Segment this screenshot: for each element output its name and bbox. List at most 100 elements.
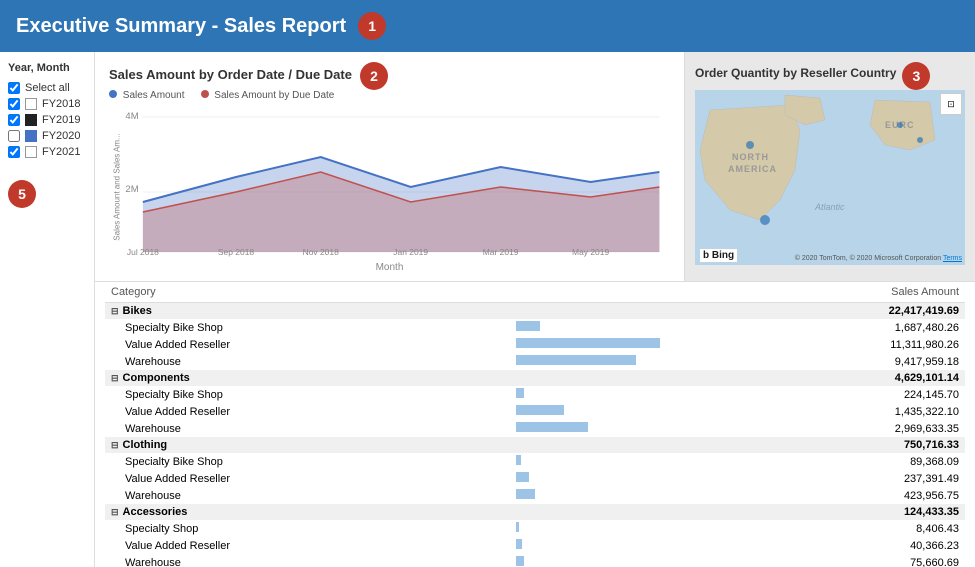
sidebar: Year, Month Select all FY2018 FY2019 FY2… [0,52,95,567]
fy2021-swatch [25,146,37,158]
svg-text:AMERICA: AMERICA [728,164,777,174]
fy2019-label: FY2019 [42,114,81,126]
sub-name: Specialty Shop [105,520,510,537]
svg-text:Nov 2018: Nov 2018 [303,248,340,257]
line-chart: 4M 2M Jul 2018 Se [109,107,670,257]
table-row: Value Added Reseller 40,366.23 [105,537,965,554]
table-row: Warehouse 2,969,633.35 [105,420,965,437]
sub-bar-cell [510,453,710,470]
bar [516,422,588,432]
sidebar-title: Year, Month [8,62,86,74]
chart-area: 4M 2M Jul 2018 Se [109,107,670,262]
fy2020-label: FY2020 [42,130,81,142]
chart-title: Sales Amount by Order Date / Due Date [109,67,352,82]
badge-3: 3 [902,62,930,90]
cat-total: 22,417,419.69 [710,303,965,320]
cat-total: 750,716.33 [710,437,965,453]
svg-text:Sep 2018: Sep 2018 [218,248,255,257]
sub-name: Value Added Reseller [105,336,510,353]
svg-text:Atlantic: Atlantic [814,202,845,212]
table-row: Value Added Reseller 237,391.49 [105,470,965,487]
cat-bar-cell [510,504,710,520]
bar [516,472,529,482]
bar-container [516,338,676,348]
selectall-checkbox[interactable] [8,82,20,94]
sub-value: 40,366.23 [710,537,965,554]
fy2018-checkbox[interactable] [8,98,20,110]
bar-container [516,405,676,415]
cat-bar-cell [510,370,710,386]
bar [516,321,540,331]
table-header-row: Category Sales Amount [105,282,965,303]
cat-name: ⊟Accessories [105,504,510,520]
category-row: ⊟Components 4,629,101.14 [105,370,965,386]
sidebar-item-selectall[interactable]: Select all [8,80,86,96]
fy2020-swatch [25,130,37,142]
sub-name: Value Added Reseller [105,403,510,420]
legend-item-1: Sales Amount [109,90,185,101]
category-row: ⊟Accessories 124,433.35 [105,504,965,520]
cat-bar-cell [510,303,710,320]
bar [516,539,522,549]
fy2018-label: FY2018 [42,98,81,110]
fy2020-checkbox[interactable] [8,130,20,142]
fy2019-checkbox[interactable] [8,114,20,126]
sub-value: 8,406.43 [710,520,965,537]
bar-container [516,321,676,331]
header: Executive Summary - Sales Report 1 [0,0,975,52]
col-category: Category [105,282,510,303]
sidebar-item-fy2020[interactable]: FY2020 [8,128,86,144]
svg-text:2M: 2M [125,184,138,194]
sub-value: 1,687,480.26 [710,319,965,336]
sub-value: 224,145.70 [710,386,965,403]
map-title: Order Quantity by Reseller Country [695,66,896,80]
main-content: Year, Month Select all FY2018 FY2019 FY2… [0,52,975,567]
col-sales-amount: Sales Amount [710,282,965,303]
svg-text:Jan 2019: Jan 2019 [393,248,428,257]
bar [516,455,521,465]
table-row: Warehouse 9,417,959.18 [105,353,965,370]
legend-dot-2 [201,90,209,98]
sub-value: 1,435,322.10 [710,403,965,420]
category-row: ⊟Clothing 750,716.33 [105,437,965,453]
bar-container [516,489,676,499]
map-svg: Atlantic NORTH AMERICA EURC [695,90,965,265]
bar [516,522,519,532]
svg-text:4M: 4M [125,111,138,121]
fy2018-swatch [25,98,37,110]
map-control-icon[interactable]: ⊡ [940,93,962,115]
sub-name: Warehouse [105,487,510,504]
bar [516,355,636,365]
bar [516,388,524,398]
fy2021-checkbox[interactable] [8,146,20,158]
bar-container [516,522,676,532]
sub-value: 423,956.75 [710,487,965,504]
sub-bar-cell [510,470,710,487]
table-section: Category Sales Amount ⊟Bikes 22,417,419.… [95,282,975,567]
bar-container [516,422,676,432]
sub-value: 11,311,980.26 [710,336,965,353]
svg-text:NORTH: NORTH [732,152,769,162]
sub-bar-cell [510,353,710,370]
bar-container [516,455,676,465]
sidebar-item-fy2021[interactable]: FY2021 [8,144,86,160]
sidebar-item-fy2019[interactable]: FY2019 [8,112,86,128]
cat-total: 124,433.35 [710,504,965,520]
chart-legend: Sales Amount Sales Amount by Due Date [109,90,670,101]
sub-name: Warehouse [105,554,510,567]
header-title: Executive Summary - Sales Report [16,15,346,38]
table-row: Specialty Bike Shop 89,368.09 [105,453,965,470]
svg-text:Jul 2018: Jul 2018 [127,248,159,257]
table-row: Warehouse 75,660.69 [105,554,965,567]
fy2019-swatch [25,114,37,126]
table-row: Value Added Reseller 1,435,322.10 [105,403,965,420]
sub-bar-cell [510,386,710,403]
sidebar-item-fy2018[interactable]: FY2018 [8,96,86,112]
cat-name: ⊟Bikes [105,303,510,320]
bar [516,489,535,499]
bar [516,405,564,415]
x-axis-title: Month [109,262,670,273]
sub-bar-cell [510,537,710,554]
terms-link[interactable]: Terms [943,255,962,262]
sub-bar-cell [510,487,710,504]
